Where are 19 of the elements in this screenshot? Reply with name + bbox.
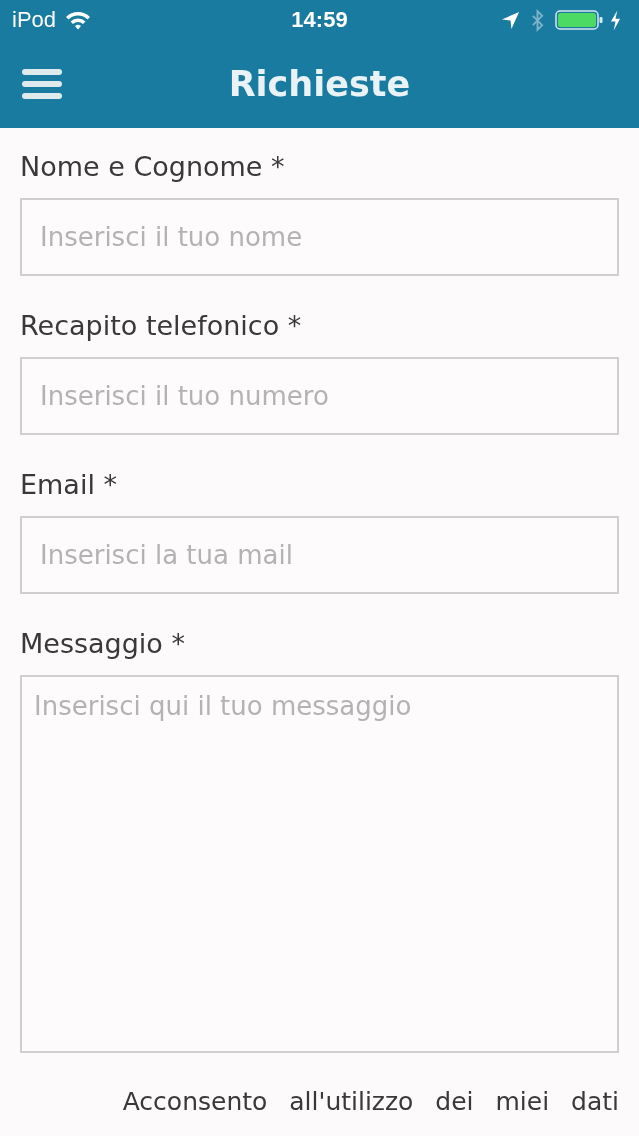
menu-icon <box>22 68 62 100</box>
location-arrow-icon <box>501 10 520 30</box>
carrier-label: iPod <box>12 7 57 33</box>
consent-text: Acconsento all'utilizzo dei miei dati <box>122 1086 619 1118</box>
field-label: Email * <box>20 468 117 502</box>
field-label: Recapito telefonico * <box>20 309 302 343</box>
page-title: Richieste <box>228 64 411 104</box>
message-field[interactable]: Inserisci qui il tuo messaggio <box>20 675 619 1053</box>
input-field[interactable]: Inserisci il tuo numero <box>20 357 619 435</box>
field-label: Messaggio * <box>20 627 185 661</box>
battery-icon <box>555 10 603 30</box>
input-field[interactable]: Inserisci il tuo nome <box>20 198 619 276</box>
clock-time: 14:59 <box>291 7 348 33</box>
menu-button[interactable] <box>22 68 62 100</box>
input-field[interactable]: Inserisci la tua mail <box>20 516 619 594</box>
charging-bolt-icon <box>610 9 621 31</box>
field-label: Nome e Cognome * <box>20 150 285 184</box>
wifi-icon <box>65 10 92 30</box>
bluetooth-icon <box>531 8 544 32</box>
